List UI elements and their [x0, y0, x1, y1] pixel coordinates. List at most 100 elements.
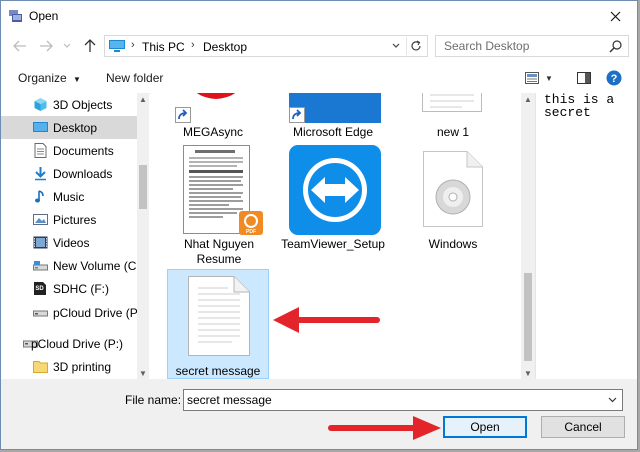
- arrow-up-icon: [84, 39, 96, 52]
- nav-item-music[interactable]: Music: [1, 185, 137, 208]
- preview-pane-button[interactable]: [575, 70, 593, 86]
- pdf-badge-label: PDF: [246, 229, 256, 235]
- shortcut-arrow-icon: [175, 107, 191, 123]
- window-title: Open: [29, 9, 59, 23]
- organize-button[interactable]: Organize ▼: [18, 71, 81, 85]
- video-icon: [33, 236, 48, 249]
- scroll-up-arrow-icon[interactable]: ▲: [137, 93, 149, 105]
- preview-pane-icon: [577, 72, 591, 84]
- file-tile-secret-message[interactable]: secret message: [167, 269, 269, 379]
- close-button[interactable]: [593, 1, 637, 31]
- file-tile-teamviewer-setup[interactable]: TeamViewer_Setup: [281, 143, 385, 271]
- nav-item-new-volume[interactable]: New Volume (C:: [1, 254, 140, 277]
- chevron-down-icon: ▼: [73, 75, 81, 84]
- nav-item-videos[interactable]: Videos: [1, 231, 137, 254]
- scroll-down-arrow-icon[interactable]: ▼: [522, 367, 534, 379]
- search-input[interactable]: [436, 36, 612, 56]
- breadcrumb-chevron-icon[interactable]: ›: [131, 39, 135, 51]
- file-tile-new-1[interactable]: new 1: [407, 93, 499, 141]
- preview-pane: this is a secret: [535, 93, 637, 379]
- close-icon: [610, 11, 620, 21]
- nav-item-pcloud-drive-network[interactable]: pCloud Drive (P:): [1, 332, 137, 355]
- open-button[interactable]: Open: [443, 416, 527, 438]
- address-bar[interactable]: › This PC › Desktop: [104, 35, 428, 57]
- address-history-dropdown[interactable]: [389, 38, 403, 54]
- file-tile-windows[interactable]: Windows: [407, 143, 499, 271]
- search-icon[interactable]: [609, 39, 623, 53]
- text-file-icon: [188, 276, 250, 356]
- breadcrumb-desktop[interactable]: Desktop: [203, 40, 247, 54]
- view-options-button[interactable]: [523, 70, 541, 86]
- chevron-down-icon: [608, 397, 616, 403]
- sd-card-icon: SD: [34, 282, 46, 295]
- cancel-button[interactable]: Cancel: [541, 416, 625, 438]
- file-name-label: File name:: [125, 393, 182, 407]
- file-list-scrollbar-thumb[interactable]: [524, 273, 532, 361]
- file-list: MEGAsync Microsoft Edge new 1 PDF Nhat N…: [151, 93, 521, 379]
- up-button[interactable]: [81, 37, 99, 55]
- nav-item-pcloud-drive[interactable]: pCloud Drive (P:: [1, 301, 141, 324]
- file-tile-nhat-nguyen-resume[interactable]: PDF Nhat Nguyen Resume: [167, 143, 271, 271]
- app-icon: [9, 10, 22, 22]
- chevron-down-icon: [392, 43, 400, 48]
- drive-icon: [33, 261, 48, 271]
- nav-item-desktop[interactable]: Desktop: [1, 116, 137, 139]
- refresh-icon: [411, 40, 421, 51]
- preview-text: this is a secret: [544, 92, 623, 120]
- teamviewer-icon: [289, 145, 381, 235]
- disc-image-icon: [423, 151, 483, 227]
- nav-item-3d-objects[interactable]: 3D Objects: [1, 93, 137, 116]
- file-tile-megasync[interactable]: MEGAsync: [167, 93, 259, 141]
- file-name-combobox[interactable]: [183, 389, 623, 411]
- title-bar: Open: [1, 1, 637, 31]
- chevron-down-icon: [63, 43, 71, 48]
- drive-icon: [33, 310, 48, 317]
- text-file-icon: [422, 93, 482, 112]
- megasync-shortcut-icon: [196, 93, 236, 99]
- pictures-icon: [33, 214, 48, 225]
- breadcrumb-chevron-icon[interactable]: ›: [191, 39, 195, 51]
- file-tile-microsoft-edge[interactable]: Microsoft Edge: [281, 93, 385, 141]
- new-folder-button[interactable]: New folder: [106, 71, 163, 85]
- desktop-icon: [33, 122, 48, 132]
- file-name-input[interactable]: [184, 390, 597, 410]
- document-icon: [34, 143, 47, 158]
- scroll-up-arrow-icon[interactable]: ▲: [522, 93, 534, 105]
- nav-item-downloads[interactable]: Downloads: [1, 162, 137, 185]
- help-icon: ?: [606, 70, 622, 86]
- arrow-right-icon: [40, 40, 53, 52]
- nav-scrollbar[interactable]: ▲ ▼: [137, 93, 149, 379]
- recent-locations-button[interactable]: [61, 37, 73, 55]
- view-dropdown-button[interactable]: ▼: [543, 70, 555, 86]
- cube-icon: [34, 98, 47, 111]
- file-name-dropdown[interactable]: [605, 393, 619, 407]
- back-button[interactable]: [11, 37, 29, 55]
- nav-item-documents[interactable]: Documents: [1, 139, 137, 162]
- file-list-scrollbar[interactable]: ▲ ▼: [521, 93, 535, 379]
- pdf-badge-icon: PDF: [239, 211, 263, 235]
- svg-text:?: ?: [611, 73, 618, 85]
- nav-scrollbar-thumb[interactable]: [139, 165, 147, 209]
- nav-item-sdhc[interactable]: SD SDHC (F:): [1, 277, 137, 300]
- command-bar: Organize ▼ New folder ▼ ?: [1, 63, 637, 94]
- download-icon: [35, 167, 46, 181]
- folder-icon: [33, 361, 48, 373]
- forward-button[interactable]: [37, 37, 55, 55]
- chevron-down-icon: ▼: [545, 73, 553, 83]
- dialog-footer: File name: Open Cancel: [1, 379, 637, 449]
- shortcut-arrow-icon: [289, 107, 305, 123]
- breadcrumb-this-pc[interactable]: This PC: [142, 40, 185, 54]
- this-pc-icon: [109, 40, 125, 52]
- view-details-icon: [525, 72, 539, 84]
- refresh-button[interactable]: [406, 37, 425, 55]
- search-box[interactable]: [435, 35, 629, 57]
- open-dialog: Open › This PC › Desktop Search Desktop …: [0, 0, 638, 450]
- sd-card-badge: SD: [35, 286, 44, 292]
- music-icon: [35, 190, 44, 203]
- help-button[interactable]: ?: [605, 70, 623, 86]
- nav-item-3d-printing[interactable]: 3D printing: [1, 355, 137, 378]
- scroll-down-arrow-icon[interactable]: ▼: [137, 367, 149, 379]
- nav-item-pictures[interactable]: Pictures: [1, 208, 137, 231]
- arrow-left-icon: [13, 40, 26, 52]
- organize-label: Organize: [18, 71, 67, 85]
